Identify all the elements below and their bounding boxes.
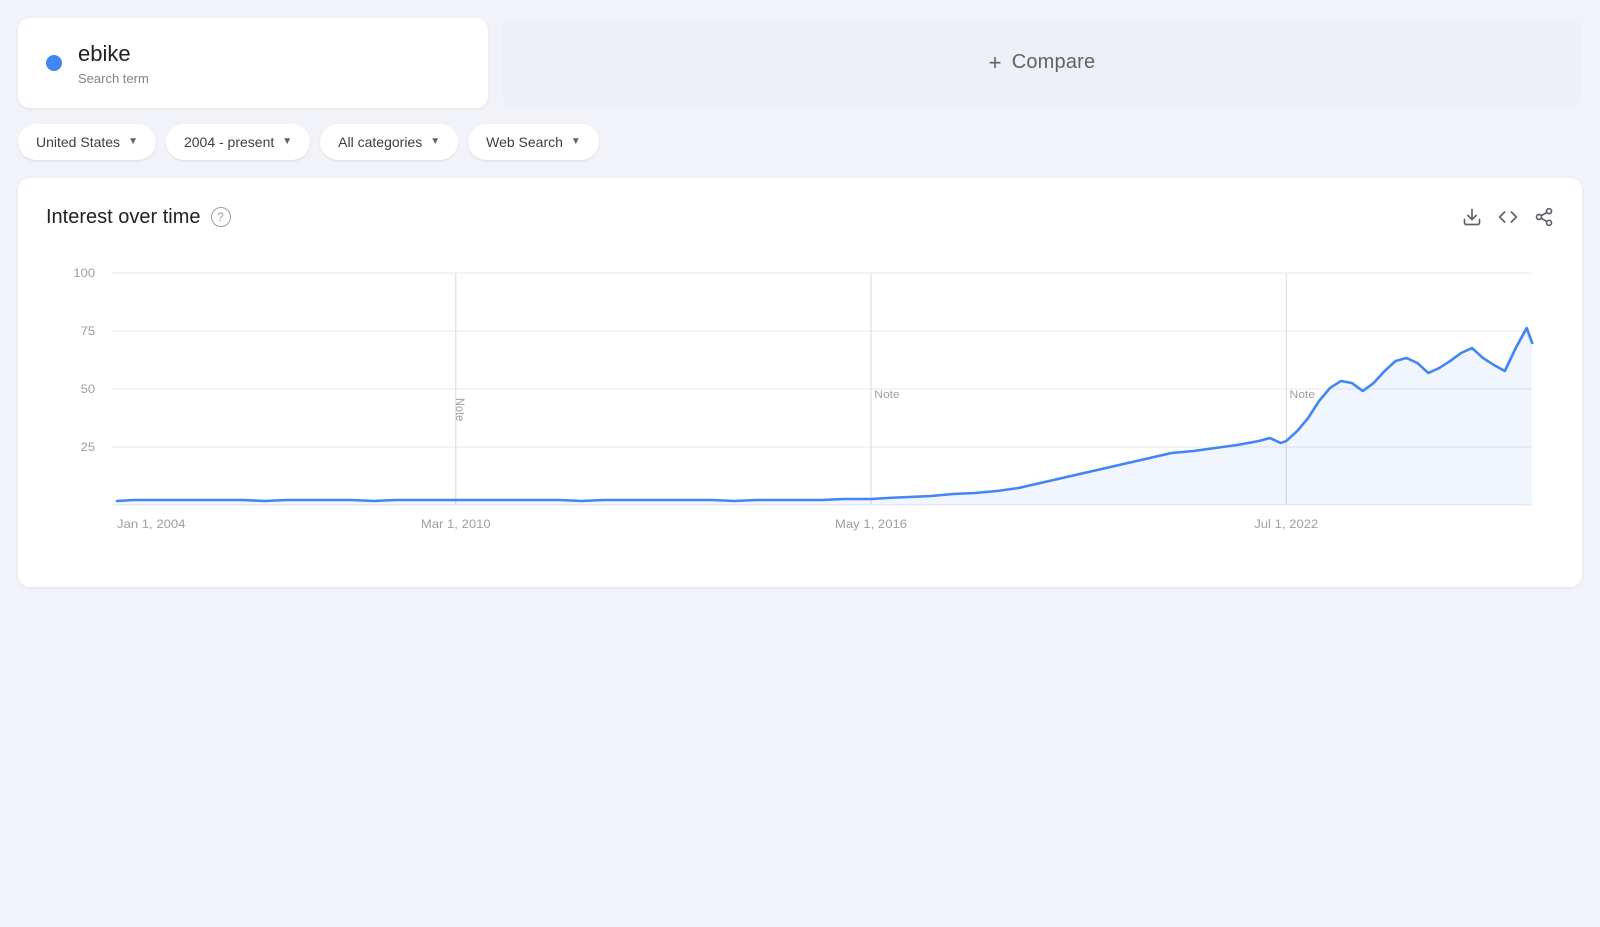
chart-area: 100 75 50 25 Note Note Note Jan 1, 2004 … xyxy=(46,253,1554,563)
svg-text:Note: Note xyxy=(874,389,899,400)
search-type-chevron-icon: ▼ xyxy=(571,136,581,147)
term-name: ebike xyxy=(78,40,149,69)
chart-title-row: Interest over time ? xyxy=(46,206,231,229)
term-label: Search term xyxy=(78,71,149,86)
time-chevron-icon: ▼ xyxy=(282,136,292,147)
svg-text:Jul 1, 2022: Jul 1, 2022 xyxy=(1254,517,1318,530)
chart-title: Interest over time xyxy=(46,206,201,229)
term-dot xyxy=(46,55,62,71)
time-filter[interactable]: 2004 - present ▼ xyxy=(166,124,310,160)
category-filter-label: All categories xyxy=(338,134,422,150)
category-chevron-icon: ▼ xyxy=(430,136,440,147)
search-type-filter[interactable]: Web Search ▼ xyxy=(468,124,599,160)
svg-text:Mar 1, 2010: Mar 1, 2010 xyxy=(421,517,491,530)
compare-label: Compare xyxy=(1012,51,1096,74)
svg-text:100: 100 xyxy=(73,266,95,279)
embed-icon[interactable] xyxy=(1498,207,1518,227)
time-filter-label: 2004 - present xyxy=(184,134,274,150)
help-icon-label: ? xyxy=(217,210,224,224)
share-icon[interactable] xyxy=(1534,207,1554,227)
chart-actions xyxy=(1462,207,1554,227)
help-icon[interactable]: ? xyxy=(211,207,231,227)
region-filter-label: United States xyxy=(36,134,120,150)
download-icon[interactable] xyxy=(1462,207,1482,227)
search-type-filter-label: Web Search xyxy=(486,134,563,150)
svg-text:25: 25 xyxy=(81,440,96,453)
chart-svg: 100 75 50 25 Note Note Note Jan 1, 2004 … xyxy=(46,253,1554,563)
svg-text:Note: Note xyxy=(1290,389,1315,400)
search-term-card: ebike Search term xyxy=(18,18,488,108)
term-text: ebike Search term xyxy=(78,40,149,86)
compare-card[interactable]: + Compare xyxy=(502,18,1582,108)
region-filter[interactable]: United States ▼ xyxy=(18,124,156,160)
category-filter[interactable]: All categories ▼ xyxy=(320,124,458,160)
chart-card: Interest over time ? xyxy=(18,178,1582,587)
compare-plus-icon: + xyxy=(989,50,1002,76)
filters-row: United States ▼ 2004 - present ▼ All cat… xyxy=(18,124,1582,160)
chart-header: Interest over time ? xyxy=(46,206,1554,229)
svg-text:May 1, 2016: May 1, 2016 xyxy=(835,517,907,530)
svg-text:75: 75 xyxy=(81,324,96,337)
svg-text:Jan 1, 2004: Jan 1, 2004 xyxy=(117,517,185,530)
svg-text:Note: Note xyxy=(453,398,466,421)
svg-text:50: 50 xyxy=(81,382,96,395)
region-chevron-icon: ▼ xyxy=(128,136,138,147)
